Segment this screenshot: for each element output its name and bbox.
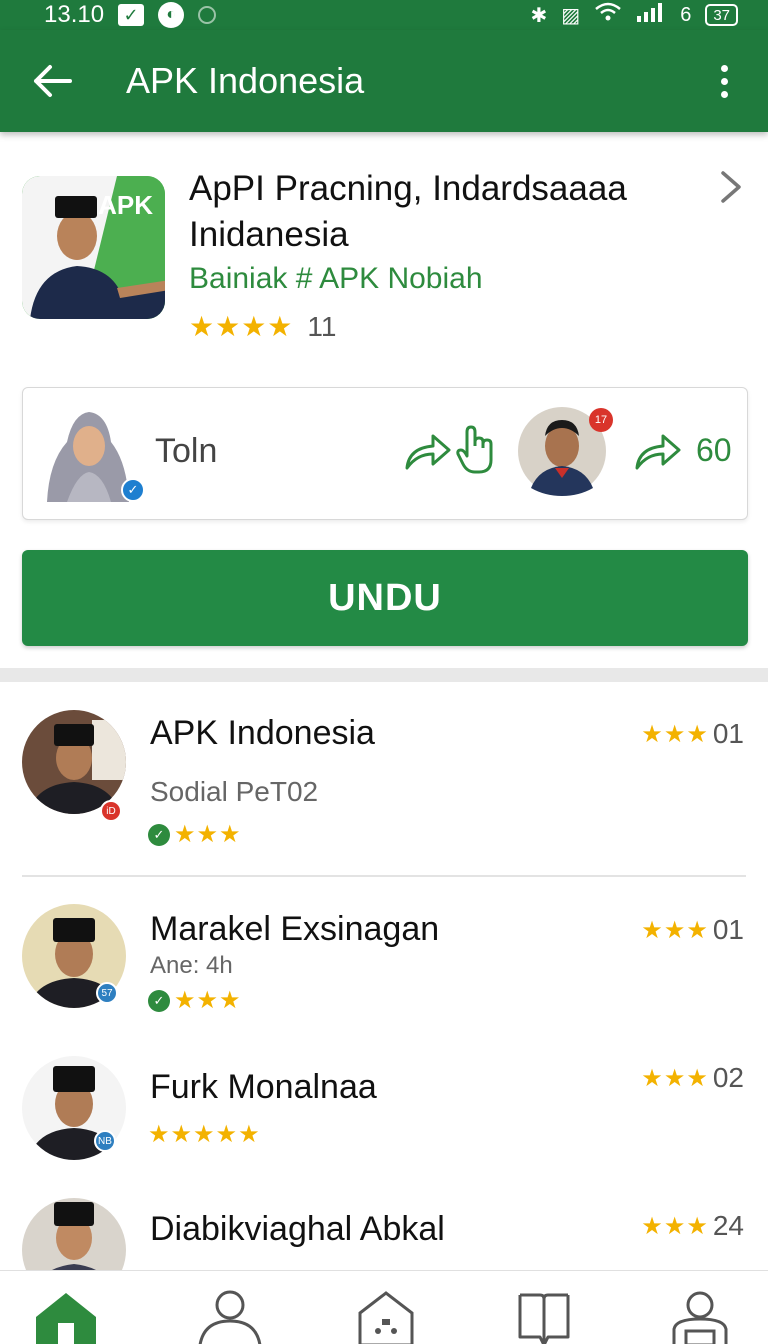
list-item[interactable]: Diabikviaghal Abkal ★★★ 24 xyxy=(0,1196,768,1270)
arrow-left-icon xyxy=(34,65,72,97)
download-button[interactable]: UNDU xyxy=(22,550,748,646)
featured-app-card[interactable]: APK ApPI Pracning, Indardsaaaa Inidanesi… xyxy=(0,150,768,370)
list-item-score: ★★★ 24 xyxy=(641,1210,744,1242)
nav-library[interactable] xyxy=(504,1289,584,1344)
score-stars: ★★★ xyxy=(641,1064,709,1092)
featured-app-title: ApPI Pracning, Indardsaaaa Inidanesia xyxy=(189,169,627,254)
badge-icon: ✓ xyxy=(148,823,170,846)
featured-app-subtitle[interactable]: Bainiak # APK Nobiah xyxy=(189,262,483,296)
list-item-subtitle: Ane: 4h xyxy=(150,952,233,979)
list-item-score: ★★★ 01 xyxy=(641,718,744,750)
list-item-score: ★★★ 02 xyxy=(641,1062,744,1094)
nav-home[interactable] xyxy=(26,1289,106,1344)
avatar xyxy=(22,710,126,814)
battery-icon: 37 xyxy=(705,4,738,26)
score-value: 02 xyxy=(712,1062,744,1093)
back-button[interactable] xyxy=(24,53,80,109)
list-item-subtitle: Sodial PeT02 xyxy=(150,776,319,807)
rating-count: 11 xyxy=(307,310,337,342)
store-icon xyxy=(358,1291,414,1344)
status-badge: NB xyxy=(94,1130,116,1152)
avatar[interactable]: 17 xyxy=(517,406,613,496)
app-icon: APK xyxy=(22,176,165,319)
list-item-score: ★★★ 01 xyxy=(641,914,744,946)
score-value: 01 xyxy=(712,914,744,945)
nav-store[interactable] xyxy=(346,1289,426,1344)
notification-badge: 17 xyxy=(589,408,613,432)
person-icon xyxy=(198,1290,262,1344)
list-item-title: APK Indonesia xyxy=(150,714,375,752)
score-stars: ★★★ xyxy=(641,720,709,748)
status-time: 13.10 xyxy=(44,1,105,28)
signal-icon xyxy=(636,1,666,29)
list-item-title: Diabikviaghal Abkal xyxy=(150,1210,445,1248)
rating-stars: ★★★ xyxy=(174,987,242,1014)
more-options-button[interactable] xyxy=(704,53,744,109)
score-value: 24 xyxy=(712,1210,744,1241)
status-badge: iD xyxy=(100,800,122,822)
section-divider xyxy=(0,668,768,682)
list-item[interactable]: 57 Marakel Exsinagan Ane: 4h ✓ ★★★ ★★★ 0… xyxy=(0,896,768,1026)
avatar xyxy=(22,1198,126,1270)
rating-stars: ★★★★★ xyxy=(148,1121,261,1148)
rating-stars: ★★★★ xyxy=(189,311,294,342)
social-user-name: Toln xyxy=(155,432,218,470)
list-item-title: Marakel Exsinagan xyxy=(150,910,440,948)
featured-rating: ★★★★ 11 xyxy=(189,310,336,343)
list-item[interactable]: NB Furk Monalnaa ★★★★★ ★★★ 02 xyxy=(0,1050,768,1180)
badge-icon: ✓ xyxy=(148,989,170,1012)
score-stars: ★★★ xyxy=(641,916,709,944)
battery-level: 37 xyxy=(713,6,730,24)
status-bar: 13.10 ✓ ◐ ✱ ▨ 6 37 xyxy=(0,0,768,30)
nav-account[interactable] xyxy=(660,1289,740,1344)
tap-hand-icon[interactable] xyxy=(455,424,499,476)
page-title: APK Indonesia xyxy=(126,60,365,101)
avatar[interactable]: ✓ xyxy=(37,402,145,502)
bluetooth-icon: ✱ xyxy=(530,4,548,27)
nfc-icon: ▨ xyxy=(561,4,581,27)
sync-icon xyxy=(198,6,217,24)
list-item-rating: ✓ ★★★ xyxy=(148,986,242,1015)
nav-profile[interactable] xyxy=(190,1289,270,1344)
verified-icon: ✓ xyxy=(121,478,145,502)
chevron-right-icon[interactable] xyxy=(718,170,744,204)
list-item-title: Furk Monalnaa xyxy=(150,1068,377,1106)
share-icon[interactable] xyxy=(633,428,681,472)
bottom-navigation xyxy=(0,1270,768,1344)
social-card: ✓ Toln 17 60 xyxy=(22,387,748,520)
book-icon xyxy=(518,1293,570,1344)
status-badge: 57 xyxy=(96,982,118,1004)
score-stars: ★★★ xyxy=(641,1212,709,1240)
rating-stars: ★★★ xyxy=(174,821,242,848)
apk-label: APK xyxy=(98,190,153,220)
home-icon xyxy=(36,1293,96,1344)
wifi-icon xyxy=(594,1,622,29)
list-item[interactable]: iD APK Indonesia Sodial PeT02 ✓ ★★★ ★★★ … xyxy=(0,700,768,850)
account-icon xyxy=(672,1291,728,1344)
list-item-rating: ★★★★★ xyxy=(148,1120,261,1149)
network-type: 6 xyxy=(680,3,692,26)
share-count: 60 xyxy=(696,432,732,468)
score-value: 01 xyxy=(712,718,744,749)
list-divider xyxy=(22,875,746,877)
checkbox-notification-icon: ✓ xyxy=(118,4,145,26)
app-notification-icon: ◐ xyxy=(158,2,185,28)
share-icon[interactable] xyxy=(403,428,451,472)
list-item-rating: ✓ ★★★ xyxy=(148,820,242,849)
app-bar: APK Indonesia xyxy=(0,30,768,132)
